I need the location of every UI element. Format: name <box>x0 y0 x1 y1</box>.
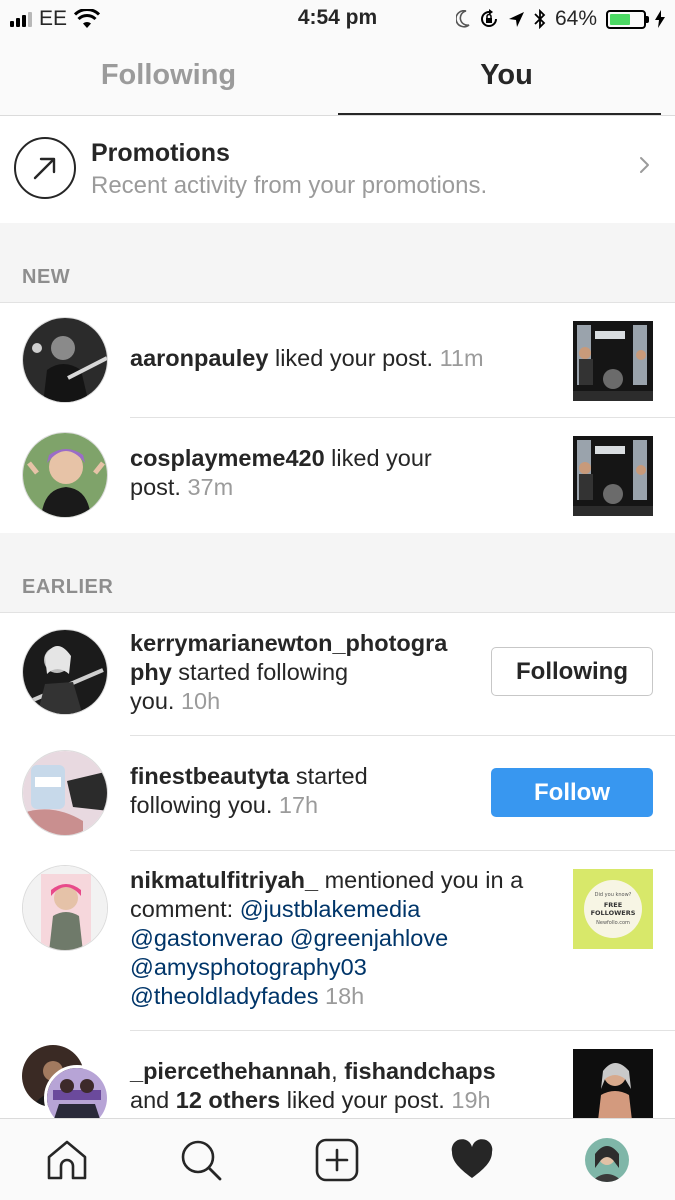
mention-link[interactable]: @gastonverao <box>130 925 283 951</box>
mention-link[interactable]: @justblakemedia <box>240 896 421 922</box>
username[interactable]: _piercethehannah <box>130 1058 331 1084</box>
moon-icon <box>455 10 470 28</box>
section-earlier-label: EARLIER <box>22 576 114 598</box>
post-thumbnail[interactable] <box>573 1049 653 1118</box>
list-item[interactable]: kerrymarianewton_photogra phy started fol… <box>0 613 675 736</box>
timestamp: 37m <box>187 474 234 500</box>
tab-you[interactable]: You <box>338 38 675 116</box>
notification-text: kerrymarianewton_photogra phy started fol… <box>130 630 448 714</box>
mention-link[interactable]: @greenjahlove <box>290 925 448 951</box>
avatar[interactable] <box>22 317 108 403</box>
rotation-lock-icon <box>480 9 497 27</box>
promotions-row[interactable]: Promotions Recent activity from your pro… <box>0 117 675 223</box>
section-new-label: NEW <box>22 266 71 288</box>
avatar[interactable] <box>22 629 108 715</box>
notification-text: finestbeautyta started following you. 17h <box>130 763 368 818</box>
following-button[interactable]: Following <box>491 647 653 696</box>
timestamp: 17h <box>278 792 319 818</box>
battery-percent: 64% <box>554 7 597 30</box>
mention-link[interactable]: @theoldladyfades <box>130 983 318 1009</box>
username[interactable]: nikmatulfitriyah_ <box>130 867 318 893</box>
timestamp: 11m <box>439 345 484 371</box>
username[interactable]: finestbeautyta <box>130 763 289 789</box>
section-spacer <box>0 223 675 241</box>
avatar[interactable] <box>44 1065 110 1118</box>
list-item[interactable]: _piercethehannah, fishandchaps and 12 oth… <box>0 1031 675 1118</box>
list-item[interactable]: finestbeautyta started following you. 17h… <box>0 736 675 851</box>
avatar[interactable] <box>22 750 108 836</box>
timestamp: 19h <box>451 1087 491 1113</box>
chevron-right-icon <box>640 157 649 173</box>
notification-text: cosplaymeme420 liked your post. 37m <box>130 445 432 500</box>
charging-icon <box>655 10 665 28</box>
notification-text: nikmatulfitriyah_ mentioned you in a comm… <box>130 867 524 1009</box>
promotions-subtitle: Recent activity from your promotions. <box>91 172 488 199</box>
list-item[interactable]: nikmatulfitriyah_ mentioned you in a comm… <box>0 851 675 1031</box>
section-spacer <box>0 533 675 551</box>
thumb-text: FOLLOWERS <box>590 909 636 917</box>
username[interactable]: fishandchaps <box>344 1058 495 1084</box>
section-new-header: NEW <box>0 241 675 303</box>
activity-tabs: Following You <box>0 38 675 116</box>
username[interactable]: aaronpauley <box>130 345 268 371</box>
tab-active-indicator <box>338 113 661 115</box>
location-icon <box>508 11 524 27</box>
timestamp: 10h <box>180 688 221 714</box>
add-post-icon[interactable] <box>314 1137 360 1183</box>
heart-icon[interactable] <box>449 1137 495 1183</box>
thumb-text: Newfollo.com <box>596 920 630 926</box>
notification-text: aaronpauley liked your post. 11m <box>130 345 484 371</box>
mention-link[interactable]: @amysphotography03 <box>130 954 367 980</box>
section-earlier-header: EARLIER <box>0 551 675 613</box>
avatar[interactable] <box>22 432 108 518</box>
notification-text: _piercethehannah, fishandchaps and 12 oth… <box>130 1058 496 1113</box>
post-thumbnail[interactable]: Did you know? FREE FOLLOWERS Newfollo.co… <box>573 869 653 949</box>
status-bar: EE 4:54 pm 64% <box>0 0 675 38</box>
others-count[interactable]: 12 others <box>176 1087 281 1113</box>
post-thumbnail[interactable] <box>573 321 653 401</box>
battery-icon <box>606 9 649 29</box>
bottom-nav <box>0 1118 675 1200</box>
avatar-stack[interactable] <box>22 1045 112 1118</box>
list-item[interactable]: aaronpauley liked your post. 11m <box>0 303 675 418</box>
thumb-text: Did you know? <box>594 892 632 898</box>
promotions-title: Promotions <box>91 139 230 167</box>
follow-button[interactable]: Follow <box>491 768 653 817</box>
thumb-text: FREE <box>603 901 623 909</box>
tab-following[interactable]: Following <box>0 38 337 116</box>
list-item[interactable]: cosplaymeme420 liked your post. 37m <box>0 418 675 533</box>
search-icon[interactable] <box>178 1137 224 1183</box>
status-right: 64% <box>455 7 665 31</box>
home-icon[interactable] <box>44 1137 90 1183</box>
profile-avatar[interactable] <box>585 1138 629 1182</box>
timestamp: 18h <box>325 983 365 1009</box>
arrow-up-right-icon <box>14 137 76 199</box>
post-thumbnail[interactable] <box>573 436 653 516</box>
bluetooth-icon <box>534 9 546 29</box>
battery-level <box>610 13 631 25</box>
avatar[interactable] <box>22 865 108 951</box>
username[interactable]: cosplaymeme420 <box>130 445 325 471</box>
